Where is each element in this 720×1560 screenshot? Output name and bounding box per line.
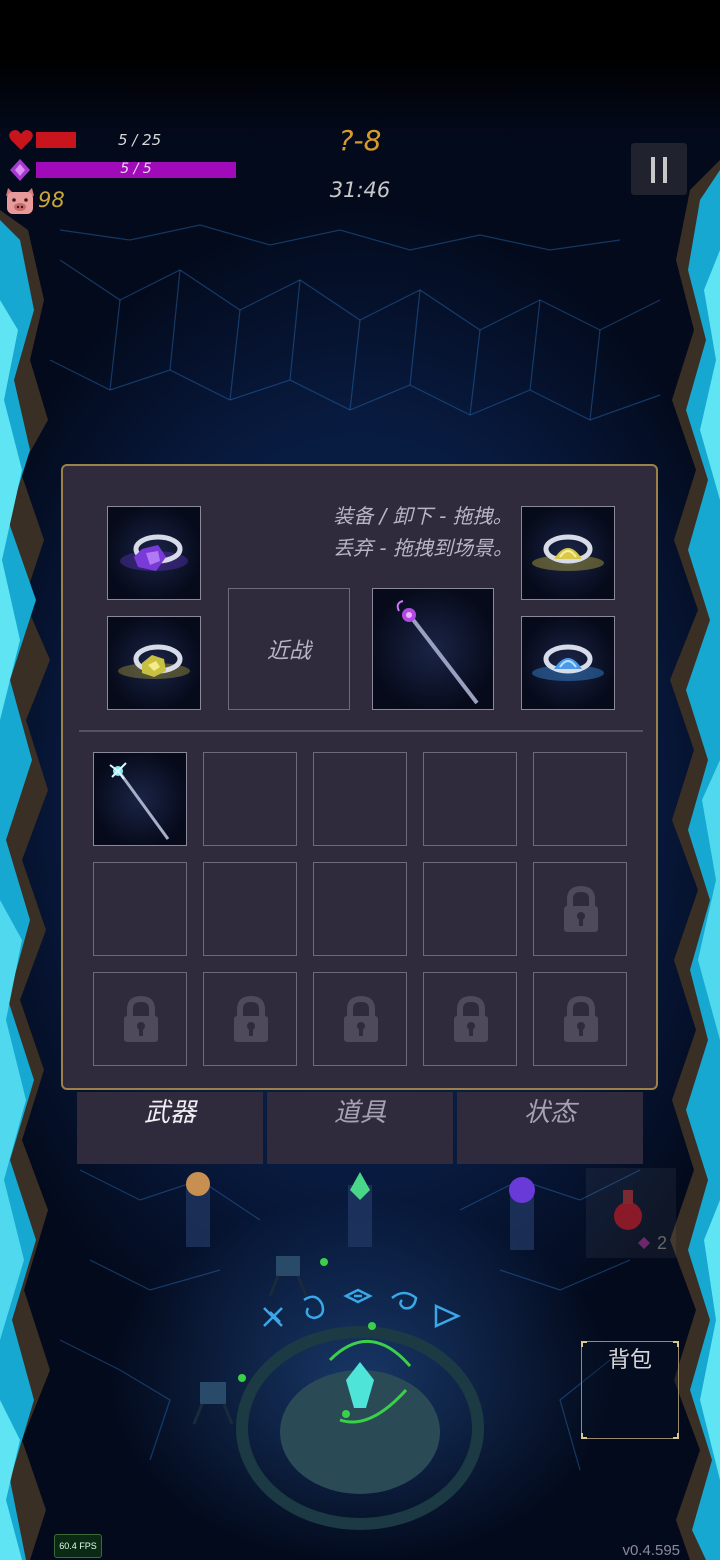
fps-counter: 60.4 FPS <box>54 1534 102 1558</box>
pedestal-right <box>509 1177 535 1250</box>
coin-count: 98 <box>38 188 65 212</box>
bag-slot[interactable] <box>203 862 297 956</box>
hp-text: 5 / 25 <box>118 131 162 149</box>
lock-icon <box>124 996 158 1042</box>
pedestal-center <box>348 1172 372 1247</box>
lock-icon <box>454 996 488 1042</box>
heart-icon <box>9 130 33 150</box>
bag-slot[interactable] <box>423 862 517 956</box>
bag-slot-locked <box>423 972 517 1066</box>
hint-equip-line: 装备 / 卸下 - 拖拽。 <box>333 504 513 528</box>
melee-label: 近战 <box>266 639 311 664</box>
bag-slot-locked <box>203 972 297 1066</box>
bag-slot[interactable] <box>313 862 407 956</box>
yellow-gem-ring-icon <box>532 534 604 571</box>
bag-slot[interactable] <box>93 862 187 956</box>
bag-slot-locked <box>533 972 627 1066</box>
pause-icon <box>651 157 655 183</box>
blue-gem-ring-icon <box>532 644 604 681</box>
tab-weapons[interactable]: 武器 <box>77 1092 263 1164</box>
yellow-gem-ring-icon <box>118 644 190 679</box>
turret-left <box>268 1256 328 1297</box>
panel-divider <box>79 730 643 732</box>
inventory-panel: 装备 / 卸下 - 拖拽。 丢弃 - 拖拽到场景。 近战 <box>61 464 658 1090</box>
purple-orb-staff-icon <box>396 600 479 705</box>
lock-icon <box>564 996 598 1042</box>
potion-count: 2 <box>657 1233 668 1253</box>
lock-icon <box>564 886 598 932</box>
version-label: v0.4.595 <box>622 1542 680 1559</box>
bag-slot[interactable] <box>533 752 627 846</box>
mana-diamond-icon <box>10 159 30 181</box>
ring-slot-1[interactable] <box>107 506 201 600</box>
pause-button[interactable] <box>631 143 687 195</box>
hint-discard-line: 丢弃 - 拖拽到场景。 <box>333 536 513 560</box>
purple-gem-ring-icon <box>120 534 188 571</box>
piggy-bank-icon <box>6 188 34 214</box>
backpack-label: 背包 <box>607 1348 652 1373</box>
central-altar <box>236 1322 484 1530</box>
rune-glyphs <box>263 1288 462 1328</box>
bag-slot[interactable] <box>93 752 187 846</box>
melee-weapon-slot[interactable]: 近战 <box>228 588 350 710</box>
bag-slot-locked <box>93 972 187 1066</box>
ring-slot-2[interactable] <box>107 616 201 710</box>
ring-slot-3[interactable] <box>521 506 615 600</box>
bag-slot[interactable] <box>313 752 407 846</box>
bag-slot[interactable] <box>423 752 517 846</box>
mana-text: 5 / 5 <box>120 161 152 177</box>
cyan-crystal-staff-icon <box>109 762 170 840</box>
lock-icon <box>344 996 378 1042</box>
left-crystal-wall <box>0 210 50 1560</box>
bag-slot-locked <box>313 972 407 1066</box>
tab-items[interactable]: 道具 <box>267 1092 453 1164</box>
level-indicator: ?-8 <box>338 124 382 157</box>
hp-bar-fill <box>36 132 76 148</box>
bag-slot-locked <box>533 862 627 956</box>
inventory-tabs: 武器 道具 状态 <box>77 1092 643 1164</box>
bag-slot[interactable] <box>203 752 297 846</box>
game-scene[interactable]: 5 / 25 5 / 5 98 ?-8 31:46 2 装备 / 卸下 - 拖拽… <box>0 0 720 1560</box>
lock-icon <box>234 996 268 1042</box>
run-timer: 31:46 <box>329 178 391 202</box>
pedestal-left <box>186 1172 210 1247</box>
backpack-button[interactable]: 背包 <box>581 1341 679 1439</box>
weapon-slot[interactable] <box>372 588 494 710</box>
ring-slot-4[interactable] <box>521 616 615 710</box>
tab-status[interactable]: 状态 <box>457 1092 643 1164</box>
